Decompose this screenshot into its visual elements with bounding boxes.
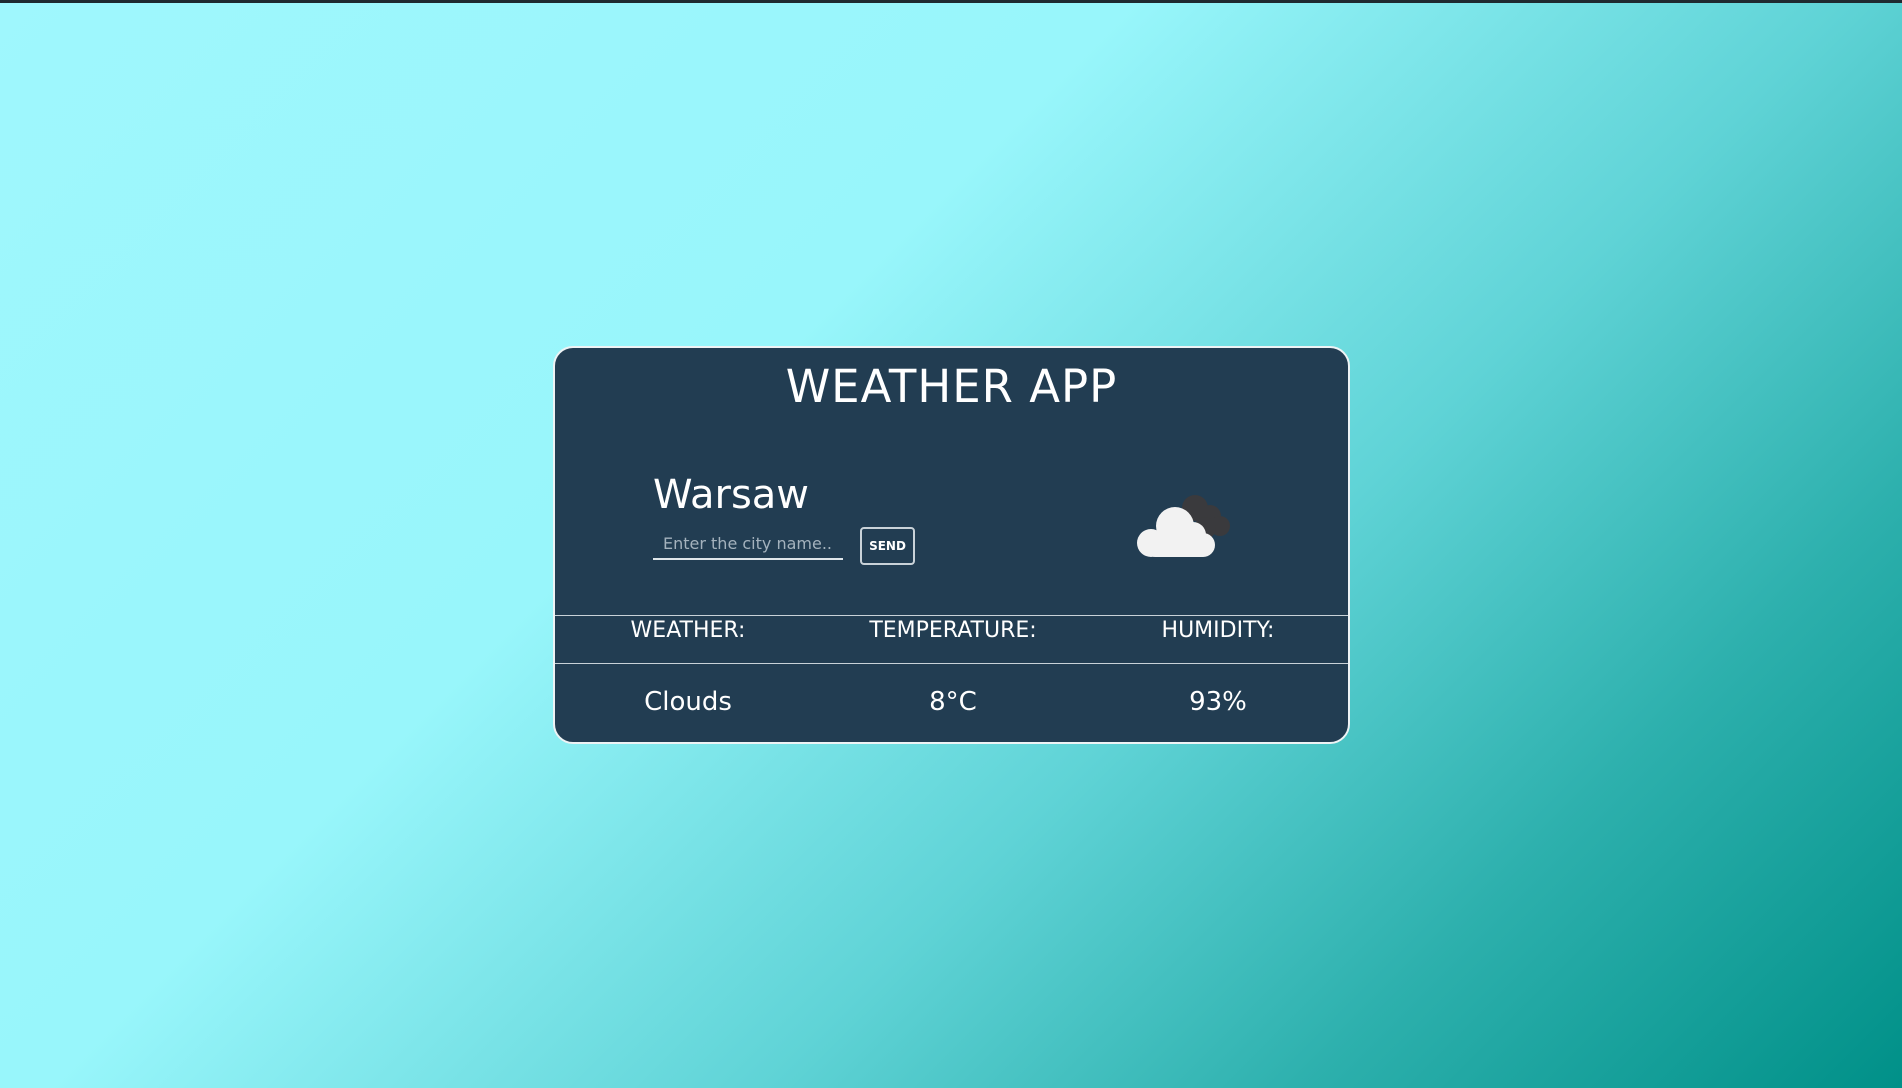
humidity-value: 93% — [1189, 687, 1247, 717]
temperature-value: 8°C — [929, 687, 977, 717]
app-title: WEATHER APP — [785, 360, 1118, 413]
table-header-divider — [555, 663, 1348, 664]
city-search-input[interactable] — [653, 528, 843, 560]
temperature-header: TEMPERATURE: — [869, 618, 1037, 643]
weather-header: WEATHER: — [630, 618, 746, 643]
clouds-icon — [1137, 495, 1230, 557]
weather-value: Clouds — [644, 687, 732, 717]
top-border — [0, 0, 1902, 3]
city-name: Warsaw — [653, 472, 810, 518]
weather-card: WEATHER APP Warsaw SEND WEATHER: TEMPERA… — [553, 346, 1350, 744]
table-top-divider — [555, 615, 1348, 616]
humidity-header: HUMIDITY: — [1161, 618, 1275, 643]
send-button[interactable]: SEND — [860, 527, 915, 565]
